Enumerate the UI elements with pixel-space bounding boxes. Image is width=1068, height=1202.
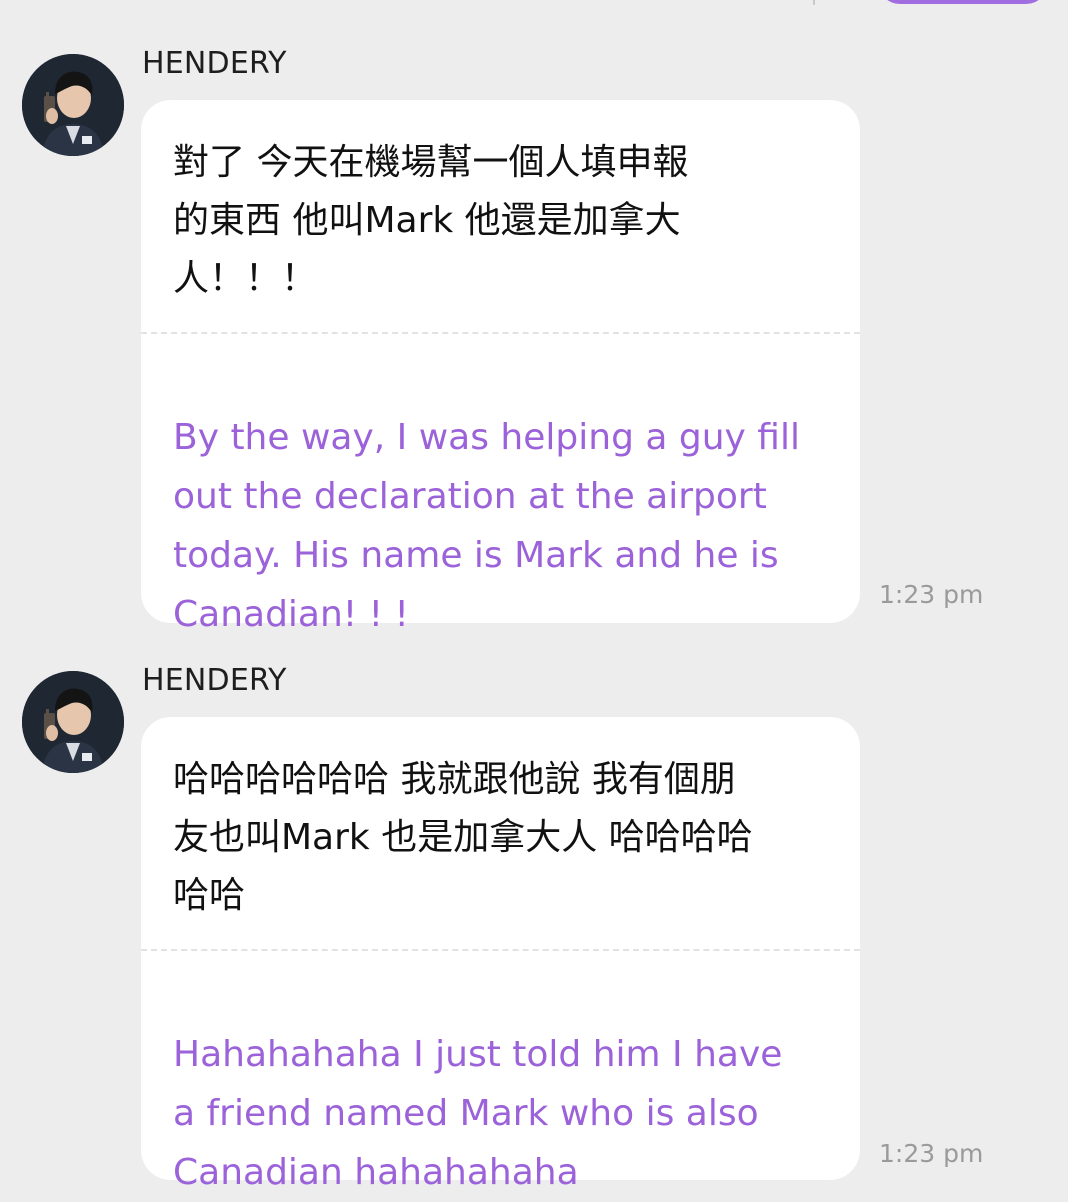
sender-name: HENDERY [142,663,287,698]
previous-message-edge [0,0,1068,12]
translated-message-text: By the way, I was helping a guy fill out… [173,417,800,635]
message-timestamp: 1:23 pm [879,580,984,609]
original-message-text: 哈哈哈哈哈哈 我就跟他說 我有個朋 友也叫Mark 也是加拿大人 哈哈哈哈 哈哈 [173,759,753,916]
user-avatar-icon[interactable] [22,671,124,773]
message-bubble[interactable]: 哈哈哈哈哈哈 我就跟他說 我有個朋 友也叫Mark 也是加拿大人 哈哈哈哈 哈哈… [141,717,860,1193]
sender-name: HENDERY [142,46,287,81]
previous-timestamp-fragment [813,0,815,5]
translation-divider [141,949,860,951]
translated-message-text: Hahahahaha I just told him I have a frie… [173,1034,783,1193]
message-bubble[interactable]: 對了 今天在機場幫一個人填申報 的東西 他叫Mark 他還是加拿大 人！！！ B… [141,100,860,635]
original-message-text: 對了 今天在機場幫一個人填申報 的東西 他叫Mark 他還是加拿大 人！！！ [173,142,689,299]
message-timestamp: 1:23 pm [879,1139,984,1168]
own-message-bubble-edge[interactable] [878,0,1048,4]
translation-divider [141,332,860,334]
user-avatar-icon[interactable] [22,54,124,156]
